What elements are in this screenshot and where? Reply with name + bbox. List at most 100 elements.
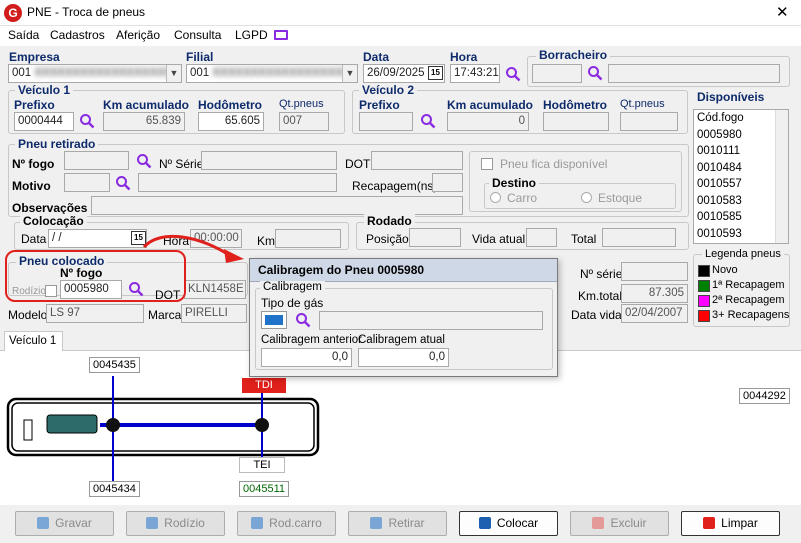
engine-icon [46, 414, 98, 434]
borracheiro-title: Borracheiro [536, 48, 611, 62]
prefixo-field[interactable]: 0000444 [14, 112, 74, 131]
destino-estoque-label: Estoque [598, 191, 643, 205]
rod-carro-button[interactable]: Rod.carro [237, 511, 336, 536]
legend-label: 1ª Recapagem [712, 279, 785, 291]
nfogo-retirado-field[interactable] [64, 151, 129, 170]
list-item[interactable]: 0010557 [694, 176, 788, 193]
observacoes-field[interactable] [91, 196, 463, 215]
recapagem-field [432, 173, 463, 192]
destino-title: Destino [489, 176, 540, 190]
colocar-button[interactable]: Colocar [459, 511, 558, 536]
nfogo-label: Nº fogo [12, 157, 55, 171]
empresa-select[interactable]: 001 XXXXXXXXXXXXXXXXXXX [8, 64, 182, 83]
km-acumulado-label: Km acumulado [103, 98, 190, 112]
limpar-button[interactable]: Limpar [681, 511, 780, 536]
vida-atual-field [526, 228, 557, 247]
window-title: PNE - Troca de pneus [27, 5, 146, 19]
tipo-gas-desc-field [319, 311, 543, 330]
tire-chip-green[interactable]: 0045511 [239, 481, 290, 497]
red-arrow [142, 234, 244, 263]
prefixo2-field[interactable] [359, 112, 413, 131]
menu-consulta[interactable]: Consulta [174, 28, 221, 42]
tipo-gas-color-field[interactable] [261, 311, 287, 329]
colocacao-km-field[interactable] [275, 229, 341, 248]
list-item[interactable]: 0010583 [694, 193, 788, 210]
list-item[interactable]: 0010111 [694, 143, 788, 160]
borracheiro-code[interactable] [532, 64, 582, 83]
data-label: Data [363, 50, 390, 64]
list-item[interactable]: 0010484 [694, 160, 788, 177]
menu-afericao[interactable]: Aferição [116, 28, 160, 42]
marca-label: Marca [148, 308, 182, 322]
kmtotal-field: 87.305 [621, 284, 688, 303]
legend-swatch-2-recapagem [698, 295, 710, 307]
modelo-label: Modelo [8, 308, 48, 322]
list-item[interactable]: 0005980 [694, 127, 788, 144]
km-acumulado2-label: Km acumulado [447, 98, 534, 112]
legend-swatch-novo [698, 265, 710, 277]
legend-label: Novo [712, 264, 738, 276]
list-item[interactable]: 0010593 [694, 226, 788, 243]
filial-select[interactable]: 001 XXXXXXXXXXXXXXXXXXX [186, 64, 358, 83]
search-icon[interactable] [115, 175, 131, 191]
tire-tdi-red[interactable]: TDI [242, 378, 286, 393]
search-icon[interactable] [79, 113, 95, 129]
hodometro-label: Hodômetro [198, 98, 262, 112]
tire-chip[interactable]: 0045435 [89, 357, 140, 373]
destino-carro-radio[interactable] [490, 192, 501, 203]
calendar-icon[interactable]: 15 [428, 66, 443, 80]
tire-chip[interactable]: 0044292 [739, 388, 790, 404]
tab-veiculo-1[interactable]: Veículo 1 [4, 331, 63, 351]
marca-field: PIRELLI [181, 304, 247, 323]
prefixo2-label: Prefixo [359, 98, 400, 112]
colocacao-data-label: Data [21, 232, 47, 246]
km-acumulado-field: 65.839 [103, 112, 185, 131]
retirar-button[interactable]: Retirar [348, 511, 447, 536]
search-icon[interactable] [505, 66, 521, 82]
fica-disponivel-checkbox[interactable] [481, 158, 493, 170]
tire-chip[interactable]: 0045434 [89, 481, 140, 497]
modelo-field: LS 97 [46, 304, 144, 323]
search-icon[interactable] [587, 65, 603, 81]
search-icon[interactable] [136, 153, 152, 169]
app-logo-icon: G [4, 4, 22, 22]
menu-saida[interactable]: Saída [8, 28, 39, 42]
motivo-label: Motivo [12, 179, 51, 193]
calibragem-anterior-label: Calibragem anterior [261, 334, 362, 346]
kmtotal-label: Km.total [578, 289, 623, 303]
list-scrollbar[interactable] [775, 110, 788, 243]
tipo-gas-label: Tipo de gás [261, 296, 324, 310]
empresa-label: Empresa [9, 50, 60, 64]
hora-label: Hora [450, 50, 478, 64]
gravar-button[interactable]: Gravar [15, 511, 114, 536]
list-item[interactable]: 0010585 [694, 209, 788, 226]
menu-cadastros[interactable]: Cadastros [50, 28, 105, 42]
steering-icon [23, 419, 33, 441]
tire-tei[interactable]: TEI [239, 457, 285, 473]
search-icon[interactable] [420, 113, 436, 129]
legenda-title: Legenda pneus [702, 248, 784, 260]
excluir-button[interactable]: Excluir [570, 511, 669, 536]
total-field [602, 228, 676, 247]
calibragem-anterior-field[interactable]: 0,0 [261, 348, 352, 367]
monitor-icon[interactable] [274, 30, 288, 40]
nserie-retirado-field [201, 151, 337, 170]
calibragem-atual-field[interactable]: 0,0 [358, 348, 449, 367]
close-icon[interactable]: ✕ [776, 3, 789, 21]
hora-field[interactable]: 17:43:21 [450, 64, 500, 83]
motivo-code-field[interactable] [64, 173, 110, 192]
chevron-down-icon[interactable]: ▼ [166, 65, 181, 82]
rodizio-button[interactable]: Rodízio [126, 511, 225, 536]
colocado-nserie-field [621, 262, 688, 281]
colocado-nserie-label: Nº série [580, 267, 623, 281]
hodometro-field[interactable]: 65.605 [198, 112, 264, 131]
qt-pneus2-field [620, 112, 678, 131]
menu-lgpd[interactable]: LGPD [235, 28, 268, 42]
destino-estoque-radio[interactable] [581, 192, 592, 203]
hodometro2-label: Hodômetro [543, 98, 607, 112]
hodometro2-field[interactable] [543, 112, 609, 131]
borracheiro-name[interactable] [608, 64, 780, 83]
search-icon[interactable] [295, 312, 311, 328]
chevron-down-icon[interactable]: ▼ [342, 65, 357, 82]
posicao-label: Posição [366, 232, 409, 246]
